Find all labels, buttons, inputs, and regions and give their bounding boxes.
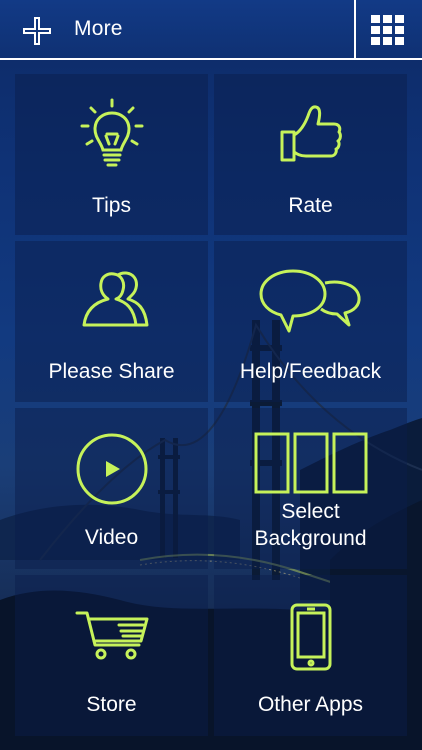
header-divider <box>354 0 356 58</box>
play-circle-icon <box>76 433 147 505</box>
people-icon <box>82 271 148 327</box>
add-button[interactable] <box>22 16 52 46</box>
tile-select-background[interactable]: Select Background <box>214 408 407 569</box>
tile-label: Help/Feedback <box>239 360 382 383</box>
grid-menu-button[interactable] <box>370 14 406 46</box>
tile-label: Please Share <box>48 360 175 383</box>
tile-rate[interactable]: Rate <box>214 74 407 235</box>
lightbulb-icon <box>80 98 143 167</box>
smartphone-icon <box>290 603 331 671</box>
thumbs-up-icon <box>280 105 342 162</box>
tile-video[interactable]: Video <box>15 408 208 569</box>
menu-grid: Tips Rate Please Share Help/Feedback Vid… <box>15 74 408 736</box>
tile-label: Store <box>86 693 137 716</box>
tile-label: Tips <box>92 194 131 217</box>
more-title[interactable]: More <box>74 17 123 41</box>
tile-label: Video <box>84 526 139 549</box>
tile-tips[interactable]: Tips <box>15 74 208 235</box>
grid-menu-icon <box>371 15 404 45</box>
tile-please-share[interactable]: Please Share <box>15 241 208 402</box>
tile-label: Rate <box>288 194 333 217</box>
speech-bubbles-icon <box>259 269 361 333</box>
tile-help-feedback[interactable]: Help/Feedback <box>214 241 407 402</box>
tile-other-apps[interactable]: Other Apps <box>214 575 407 736</box>
shopping-cart-icon <box>75 611 148 660</box>
tile-label-line1: Select <box>281 500 340 523</box>
tile-label: Other Apps <box>257 693 364 716</box>
tile-label-line2: Background <box>254 527 367 550</box>
tile-store[interactable]: Store <box>15 575 208 736</box>
plus-icon <box>23 17 51 45</box>
background-panels-icon <box>254 432 367 494</box>
top-bar: More <box>0 0 422 60</box>
